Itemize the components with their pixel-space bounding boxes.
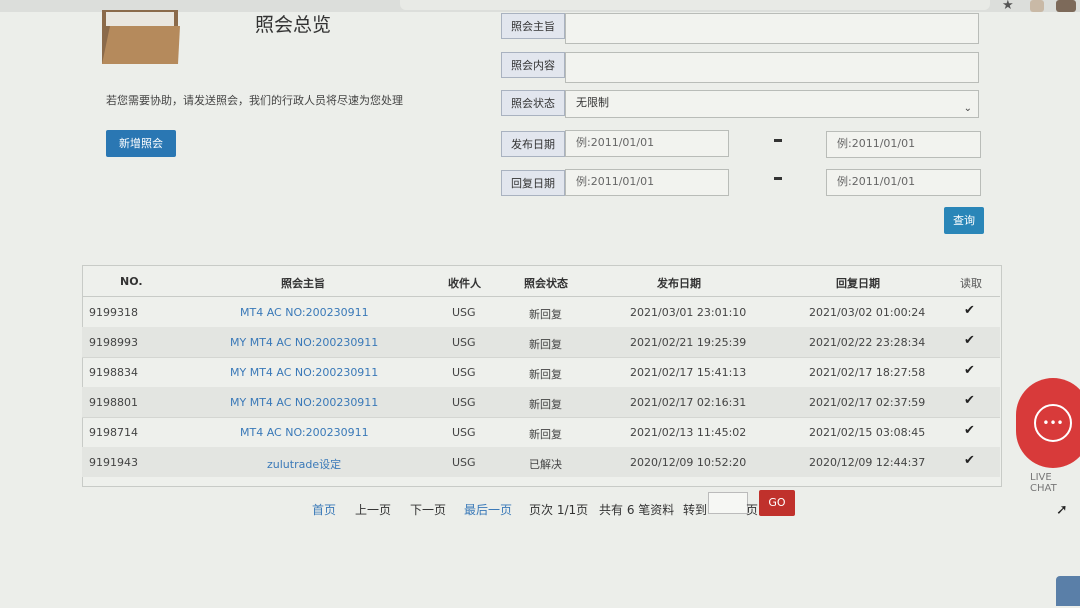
- mouse-cursor-icon: ➚: [1056, 502, 1068, 518]
- cell-publish-date: 2020/12/09 10:52:20: [630, 456, 747, 469]
- read-check-icon: ✔: [964, 423, 975, 438]
- page-title: 照会总览: [255, 14, 332, 36]
- publish-date-to-input[interactable]: 例:2011/01/01: [826, 131, 981, 158]
- reply-date-from-input[interactable]: 例:2011/01/01: [565, 169, 729, 196]
- cell-reply-date: 2021/02/15 03:08:45: [809, 426, 926, 439]
- column-header-subject: 照会主旨: [281, 277, 325, 290]
- cell-reply-date: 2021/02/17 02:37:59: [809, 396, 926, 409]
- go-button[interactable]: GO: [759, 490, 795, 516]
- pager-goto-label: 转到: [683, 503, 708, 517]
- corner-app-icon[interactable]: [1056, 576, 1080, 606]
- publish-date-from-input[interactable]: 例:2011/01/01: [565, 130, 729, 157]
- cell-publish-date: 2021/02/17 02:16:31: [630, 396, 747, 409]
- pager-page-suffix: 页: [746, 503, 759, 517]
- table-row[interactable]: 9191943 zulutrade设定 USG 已解决 2020/12/09 1…: [82, 447, 1000, 477]
- cell-no: 9198714: [89, 426, 138, 439]
- pager-prev-link[interactable]: 上一页: [355, 501, 391, 518]
- status-select[interactable]: 无限制 ⌄: [565, 90, 979, 118]
- cell-no: 9198801: [89, 396, 138, 409]
- cell-status: 已解决: [529, 458, 562, 471]
- cell-subject-link[interactable]: MT4 AC NO:200230911: [240, 306, 369, 319]
- cell-no: 9199318: [89, 306, 138, 319]
- cell-recipient: USG: [452, 366, 476, 379]
- content-input[interactable]: [565, 52, 979, 83]
- table-row[interactable]: 9198993 MY MT4 AC NO:200230911 USG 新回复 2…: [82, 327, 1000, 358]
- cell-recipient: USG: [452, 306, 476, 319]
- cell-reply-date: 2020/12/09 12:44:37: [809, 456, 926, 469]
- pager-page-info: 页次 1/1页: [529, 503, 589, 517]
- cell-recipient: USG: [452, 426, 476, 439]
- read-check-icon: ✔: [964, 363, 975, 378]
- table-row[interactable]: 9198834 MY MT4 AC NO:200230911 USG 新回复 2…: [82, 357, 1000, 388]
- date-range-dash: [774, 177, 782, 180]
- cell-status: 新回复: [529, 308, 562, 321]
- live-chat-label: LIVE CHAT: [1030, 472, 1057, 494]
- reply-date-to-input[interactable]: 例:2011/01/01: [826, 169, 981, 196]
- pager-next-link[interactable]: 下一页: [410, 501, 446, 518]
- cell-subject-link[interactable]: zulutrade设定: [267, 456, 341, 472]
- subject-input[interactable]: [565, 13, 979, 44]
- bookmark-star-icon[interactable]: ★: [1002, 0, 1014, 13]
- read-check-icon: ✔: [964, 393, 975, 408]
- read-check-icon: ✔: [964, 453, 975, 468]
- column-header-recipient: 收件人: [448, 277, 481, 290]
- column-header-no: NO.: [120, 275, 143, 288]
- read-check-icon: ✔: [964, 333, 975, 348]
- table-row[interactable]: 9198801 MY MT4 AC NO:200230911 USG 新回复 2…: [82, 387, 1000, 418]
- cell-publish-date: 2021/02/21 19:25:39: [630, 336, 747, 349]
- pager-first-link[interactable]: 首页: [312, 501, 336, 518]
- cell-subject-link[interactable]: MY MT4 AC NO:200230911: [230, 396, 378, 409]
- date-range-dash: [774, 139, 782, 142]
- cell-publish-date: 2021/03/01 23:01:10: [630, 306, 747, 319]
- cell-status: 新回复: [529, 338, 562, 351]
- cell-status: 新回复: [529, 398, 562, 411]
- status-label: 照会状态: [501, 90, 565, 116]
- pager-last-link[interactable]: 最后一页: [464, 501, 512, 518]
- cell-subject-link[interactable]: MT4 AC NO:200230911: [240, 426, 369, 439]
- cell-publish-date: 2021/02/13 11:45:02: [630, 426, 747, 439]
- help-text: 若您需要协助，请发送照会，我们的行政人员将尽速为您处理: [106, 94, 403, 107]
- chat-dots-icon[interactable]: •••: [1034, 404, 1072, 442]
- search-button[interactable]: 查询: [944, 207, 984, 234]
- cell-recipient: USG: [452, 456, 476, 469]
- content-label: 照会内容: [501, 52, 565, 78]
- address-bar[interactable]: [400, 0, 990, 10]
- status-select-value: 无限制: [576, 96, 609, 109]
- cell-recipient: USG: [452, 396, 476, 409]
- page-number-input[interactable]: [708, 492, 748, 514]
- folder-icon: [102, 10, 180, 64]
- cell-status: 新回复: [529, 368, 562, 381]
- cell-subject-link[interactable]: MY MT4 AC NO:200230911: [230, 366, 378, 379]
- cell-subject-link[interactable]: MY MT4 AC NO:200230911: [230, 336, 378, 349]
- cell-reply-date: 2021/03/02 01:00:24: [809, 306, 926, 319]
- cell-no: 9198834: [89, 366, 138, 379]
- chevron-down-icon: ⌄: [963, 103, 972, 114]
- cell-publish-date: 2021/02/17 15:41:13: [630, 366, 747, 379]
- cell-status: 新回复: [529, 428, 562, 441]
- reply-date-label: 回复日期: [501, 170, 565, 196]
- cell-no: 9198993: [89, 336, 138, 349]
- table-row[interactable]: 9198714 MT4 AC NO:200230911 USG 新回复 2021…: [82, 417, 1000, 448]
- table-row[interactable]: 9199318 MT4 AC NO:200230911 USG 新回复 2021…: [82, 297, 1000, 328]
- publish-date-label: 发布日期: [501, 131, 565, 157]
- extension-icon[interactable]: [1030, 0, 1044, 12]
- column-header-publish-date: 发布日期: [657, 277, 701, 290]
- subject-label: 照会主旨: [501, 13, 565, 39]
- cell-reply-date: 2021/02/17 18:27:58: [809, 366, 926, 379]
- column-header-read: 读取: [960, 277, 982, 290]
- pager-total-count: 共有 6 笔资料: [599, 503, 675, 517]
- read-check-icon: ✔: [964, 303, 975, 318]
- cell-no: 9191943: [89, 456, 138, 469]
- cell-reply-date: 2021/02/22 23:28:34: [809, 336, 926, 349]
- column-header-status: 照会状态: [524, 277, 568, 290]
- column-header-reply-date: 回复日期: [836, 277, 880, 290]
- cell-recipient: USG: [452, 336, 476, 349]
- new-inquiry-button[interactable]: 新增照会: [106, 130, 176, 157]
- profile-icon[interactable]: [1056, 0, 1076, 12]
